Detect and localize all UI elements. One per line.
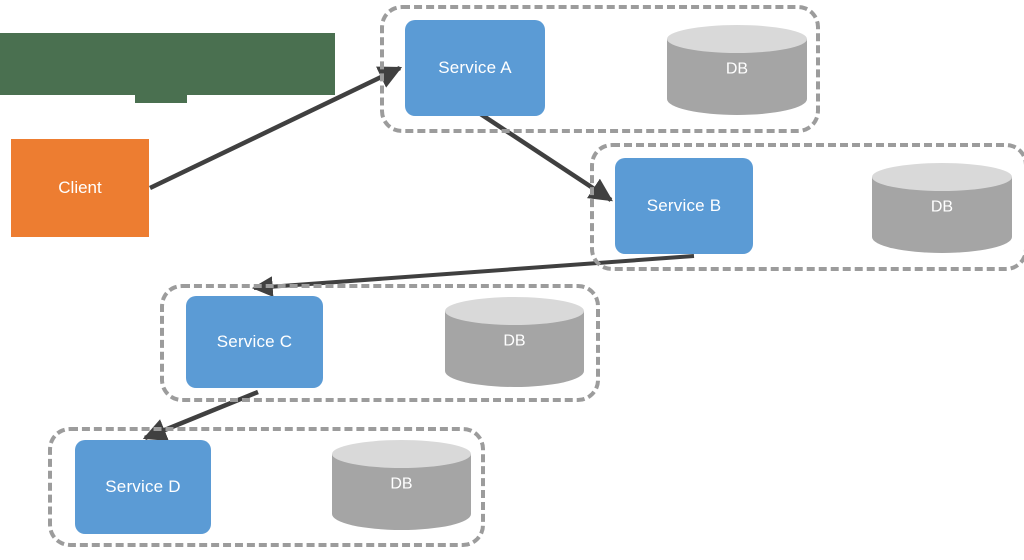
database-b[interactable]: DB: [870, 161, 1014, 253]
database-d[interactable]: DB: [330, 438, 473, 530]
service-c-node[interactable]: Service C: [186, 296, 323, 388]
database-a[interactable]: DB: [665, 23, 809, 115]
database-c[interactable]: DB: [443, 295, 586, 387]
diagram-canvas: Client Service A DB Service B DB Service…: [0, 0, 1024, 560]
service-b-node[interactable]: Service B: [615, 158, 753, 254]
client-node[interactable]: Client: [11, 139, 149, 237]
service-a-node[interactable]: Service A: [405, 20, 545, 116]
service-a-label: Service A: [438, 58, 512, 77]
service-d-node[interactable]: Service D: [75, 440, 211, 534]
service-b-label: Service B: [646, 196, 722, 215]
service-c-label: Service C: [216, 332, 293, 351]
client-label: Client: [58, 178, 102, 197]
service-d-label: Service D: [105, 477, 181, 496]
redacted-title-block: [0, 33, 335, 95]
redacted-title-block-tab: [135, 95, 187, 103]
